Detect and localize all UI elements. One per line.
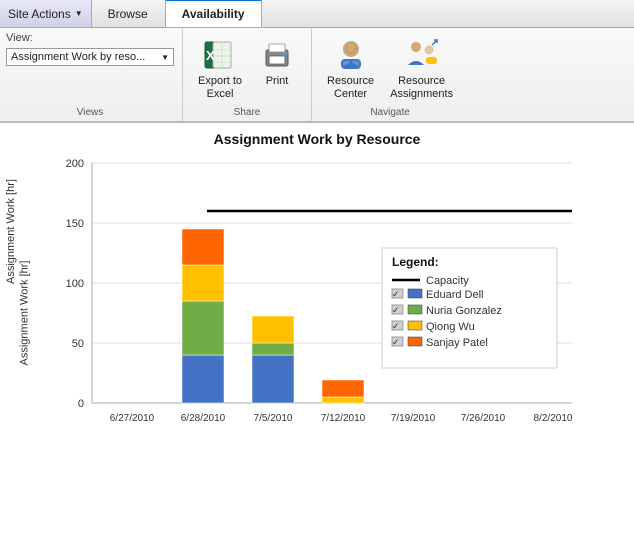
svg-text:50: 50	[72, 338, 84, 350]
site-actions-dropdown-icon: ▼	[75, 9, 83, 18]
svg-text:Eduard Dell: Eduard Dell	[426, 289, 483, 301]
resource-center-button[interactable]: ResourceCenter	[320, 32, 381, 104]
svg-text:8/2/2010: 8/2/2010	[534, 413, 573, 424]
ribbon-navigate-group: ResourceCenter ResourceAssignments Na	[312, 28, 468, 121]
svg-text:✓: ✓	[392, 337, 400, 347]
export-excel-icon: X	[202, 37, 238, 73]
svg-text:Nuria Gonzalez: Nuria Gonzalez	[426, 305, 502, 317]
svg-text:7/12/2010: 7/12/2010	[321, 413, 366, 424]
svg-text:200: 200	[66, 158, 84, 170]
svg-text:7/5/2010: 7/5/2010	[254, 413, 293, 424]
y-axis-label: Assignment Work [hr]	[18, 261, 30, 366]
export-excel-label: Export toExcel	[198, 75, 242, 101]
bar-628-nuria	[182, 301, 224, 355]
svg-text:X: X	[206, 48, 215, 63]
resource-center-label: ResourceCenter	[327, 75, 374, 101]
dropdown-arrow-icon: ▼	[161, 53, 169, 62]
svg-text:✓: ✓	[392, 289, 400, 299]
svg-text:0: 0	[78, 398, 84, 410]
svg-text:Sanjay Patel: Sanjay Patel	[426, 337, 488, 349]
svg-text:✓: ✓	[392, 305, 400, 315]
site-actions-label: Site Actions	[8, 7, 71, 21]
tab-browse[interactable]: Browse	[92, 0, 165, 27]
ribbon-share-group: X Export toExcel Print Share	[183, 28, 312, 121]
bar-75-nuria	[252, 343, 294, 355]
bar-712-sanjay	[322, 380, 364, 397]
svg-text:✓: ✓	[392, 321, 400, 331]
resource-assignments-button[interactable]: ResourceAssignments	[383, 32, 460, 104]
svg-text:7/26/2010: 7/26/2010	[461, 413, 506, 424]
tab-availability[interactable]: Availability	[165, 0, 262, 27]
resource-assignments-label: ResourceAssignments	[390, 75, 453, 101]
svg-text:7/19/2010: 7/19/2010	[391, 413, 436, 424]
top-nav: Site Actions ▼ Browse Availability	[0, 0, 634, 28]
y-axis-vertical-label: Assignment Work [hr]	[5, 274, 17, 284]
svg-text:150: 150	[66, 218, 84, 230]
resource-assignments-icon	[404, 37, 440, 73]
views-group-label: Views	[6, 104, 174, 121]
chart-svg: 0 50 100 150 200 6/27/2010 6/28/2010	[52, 153, 626, 473]
ribbon: View: Assignment Work by reso... ▼ Views	[0, 28, 634, 123]
svg-text:6/28/2010: 6/28/2010	[181, 413, 226, 424]
view-dropdown[interactable]: Assignment Work by reso... ▼	[6, 48, 174, 66]
bar-628-eduard	[182, 355, 224, 403]
bar-712-qiong	[322, 397, 364, 403]
print-label: Print	[266, 75, 289, 88]
navigate-group-label: Navigate	[320, 104, 460, 121]
svg-text:Legend:: Legend:	[392, 255, 439, 269]
ribbon-views-group: View: Assignment Work by reso... ▼ Views	[0, 28, 183, 121]
view-label: View:	[6, 32, 174, 44]
share-buttons: X Export toExcel Print	[191, 28, 303, 104]
resource-center-icon	[333, 37, 369, 73]
bar-628-sanjay	[182, 229, 224, 265]
bar-628-qiong	[182, 265, 224, 301]
export-excel-button[interactable]: X Export toExcel	[191, 32, 249, 104]
bar-75-qiong	[252, 316, 294, 343]
chart-wrapper: Assignment Work [hr] 0 50 100 150 200	[8, 153, 626, 473]
svg-text:Capacity: Capacity	[426, 275, 469, 287]
navigate-buttons: ResourceCenter ResourceAssignments	[320, 28, 460, 104]
print-button[interactable]: Print	[251, 32, 303, 91]
site-actions-button[interactable]: Site Actions ▼	[0, 0, 92, 27]
svg-text:Qiong Wu: Qiong Wu	[426, 321, 475, 333]
svg-text:100: 100	[66, 278, 84, 290]
print-icon	[259, 37, 295, 73]
chart-title: Assignment Work by Resource	[8, 131, 626, 147]
svg-text:6/27/2010: 6/27/2010	[110, 413, 155, 424]
share-group-label: Share	[191, 104, 303, 121]
chart-area: Assignment Work by Resource Assignment W…	[0, 123, 634, 473]
bar-75-eduard	[252, 355, 294, 403]
